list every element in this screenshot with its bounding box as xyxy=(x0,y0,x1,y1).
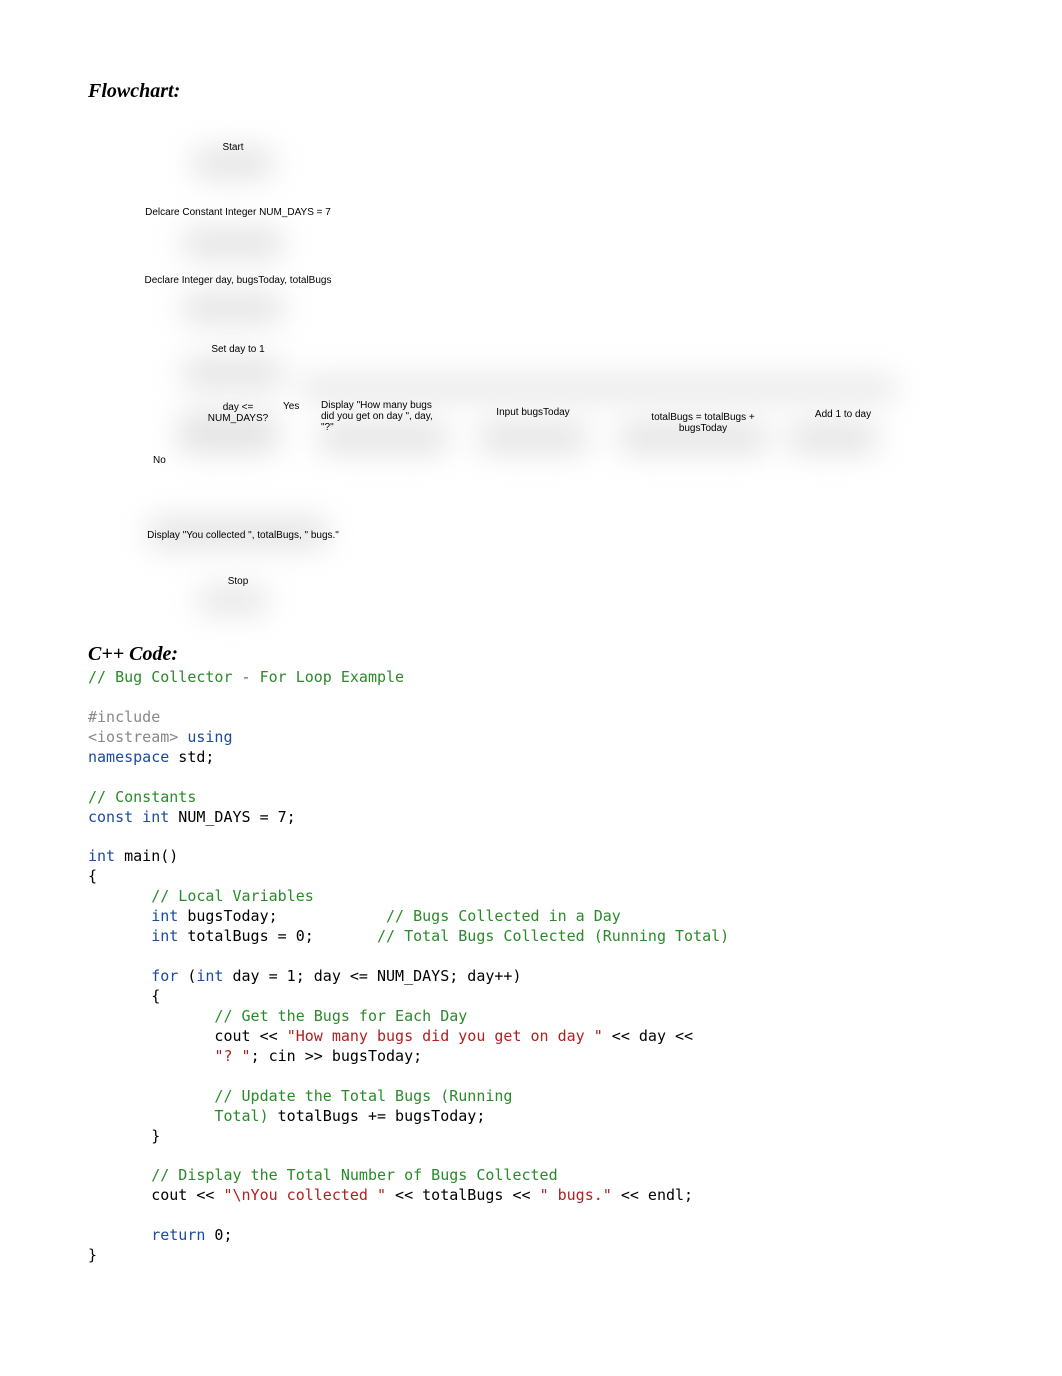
code-line: bugsToday; xyxy=(178,907,386,925)
code-line: } xyxy=(88,1246,97,1264)
flowchart-input: Input bugsToday xyxy=(473,403,593,422)
code-line: // Bug Collector - For Loop Example xyxy=(88,668,404,686)
code-line: cout << xyxy=(88,1027,287,1045)
code-line: day = 1; day <= NUM_DAYS; day++) xyxy=(223,967,521,985)
code-line: // Bugs Collected in a Day xyxy=(386,907,621,925)
code-line: // Display the Total Number of Bugs Coll… xyxy=(88,1166,558,1184)
code-line: return xyxy=(88,1226,205,1244)
cpp-code-block: // Bug Collector - For Loop Example #inc… xyxy=(88,668,974,1266)
cpp-code-heading: C++ Code: xyxy=(88,643,974,666)
code-line: using xyxy=(178,728,232,746)
flowchart-heading: Flowchart: xyxy=(88,80,974,103)
code-line: std; xyxy=(169,748,214,766)
code-line: << totalBugs << xyxy=(386,1186,540,1204)
code-line: "? " xyxy=(214,1047,250,1065)
code-line: "How many bugs did you get on day " xyxy=(287,1027,603,1045)
code-line: "\nYou collected " xyxy=(223,1186,386,1204)
code-line: int xyxy=(133,808,169,826)
code-line: // Constants xyxy=(88,788,196,806)
flowchart-stop: Stop xyxy=(213,572,263,591)
code-line: int xyxy=(88,847,115,865)
flowchart-declare-const: Delcare Constant Integer NUM_DAYS = 7 xyxy=(133,203,343,222)
code-line: ( xyxy=(178,967,196,985)
code-line: main() xyxy=(115,847,178,865)
code-line: { xyxy=(88,867,97,885)
code-line: ; cin >> bugsToday; xyxy=(251,1047,423,1065)
code-line: int xyxy=(88,907,178,925)
code-line: for xyxy=(88,967,178,985)
code-line: { xyxy=(88,987,160,1005)
code-line: << day << xyxy=(603,1027,693,1045)
code-line: // Total Bugs Collected (Running Total) xyxy=(377,927,729,945)
flowchart-update-total: totalBugs = totalBugs + bugsToday xyxy=(618,408,788,438)
code-line xyxy=(88,1047,214,1065)
code-line: << endl; xyxy=(612,1186,693,1204)
flowchart-display-prompt: Display "How many bugs did you get on da… xyxy=(313,396,453,437)
flowchart-display-result: Display "You collected ", totalBugs, " b… xyxy=(128,526,358,545)
code-line: int xyxy=(88,927,178,945)
code-line: // Local Variables xyxy=(88,887,314,905)
flowchart-start: Start xyxy=(203,138,263,157)
flowchart-no-label: No xyxy=(153,455,166,466)
code-line: const xyxy=(88,808,133,826)
code-line: namespace xyxy=(88,748,169,766)
flowchart-declare-vars: Declare Integer day, bugsToday, totalBug… xyxy=(128,271,348,290)
flowchart-diagram: Start Delcare Constant Integer NUM_DAYS … xyxy=(118,123,974,613)
flowchart-decision: day <= NUM_DAYS? xyxy=(198,398,278,428)
flowchart-increment: Add 1 to day xyxy=(803,405,883,424)
flowchart-yes-label: Yes xyxy=(283,401,299,412)
flowchart-set-day: Set day to 1 xyxy=(198,340,278,359)
code-line: // Get the Bugs for Each Day xyxy=(88,1007,467,1025)
code-line: int xyxy=(196,967,223,985)
code-line: " bugs." xyxy=(540,1186,612,1204)
code-line: } xyxy=(88,1127,160,1145)
code-line: NUM_DAYS = 7; xyxy=(169,808,295,826)
code-line: totalBugs = 0; xyxy=(178,927,377,945)
code-line: // Update the Total Bugs (Running xyxy=(88,1087,512,1105)
code-line: #include xyxy=(88,708,160,726)
code-line: 0; xyxy=(205,1226,232,1244)
code-line: <iostream> xyxy=(88,728,178,746)
code-line: Total) xyxy=(88,1107,269,1125)
code-line: cout << xyxy=(88,1186,223,1204)
code-line: totalBugs += bugsToday; xyxy=(269,1107,486,1125)
